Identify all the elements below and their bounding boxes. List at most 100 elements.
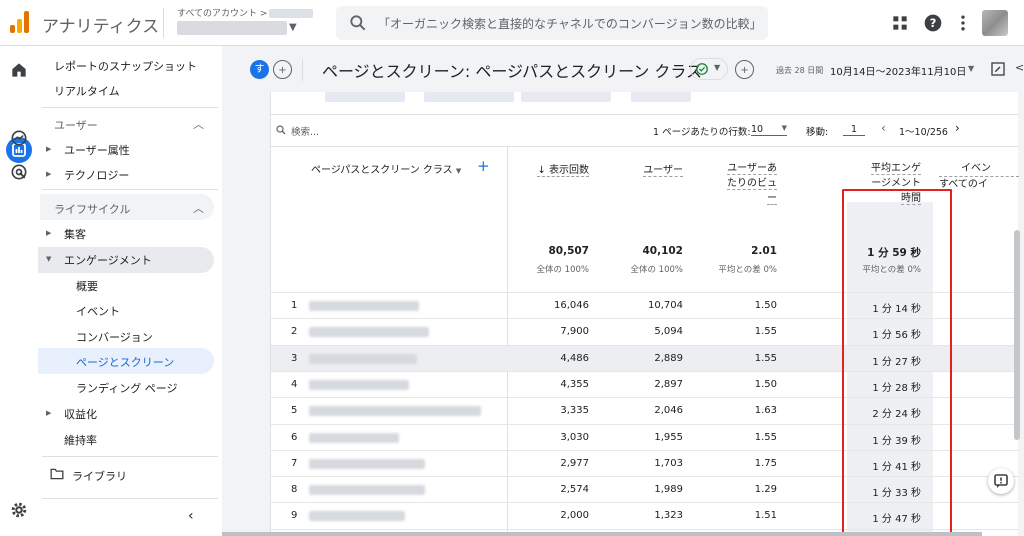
goto-label: 移動:	[806, 127, 829, 138]
row-index: 3	[291, 352, 298, 364]
caret-down-icon[interactable]: ▼	[968, 64, 974, 73]
expand-arrow-icon[interactable]: ▶	[46, 229, 51, 237]
row-index: 4	[291, 378, 298, 390]
date-range-picker[interactable]: 10月14日〜2023年11月10日	[830, 63, 966, 78]
page-path-redacted[interactable]	[309, 301, 419, 311]
nav-item-user-attributes[interactable]: ユーザー属性	[64, 142, 130, 158]
feedback-icon	[994, 474, 1008, 488]
row-index: 7	[291, 457, 298, 469]
more-vert-icon[interactable]	[953, 13, 973, 33]
column-header-views[interactable]: ↓ 表示回数	[501, 161, 589, 177]
cell-views: 3,030	[560, 431, 589, 443]
nav-item-acquisition[interactable]: 集客	[64, 226, 86, 242]
cell-users: 2,897	[654, 378, 683, 390]
row-index: 5	[291, 405, 298, 417]
analytics-logo-icon[interactable]	[10, 11, 30, 33]
search-input[interactable]: 「オーガニック検索と直接的なチャネルでのコンバージョン数の比較」と...	[336, 6, 768, 40]
nav-item-technology[interactable]: テクノロジー	[64, 167, 129, 183]
column-header-users[interactable]: ユーザー	[601, 161, 683, 177]
saved-comparison-badge[interactable]: す	[250, 60, 269, 79]
cell-users: 2,889	[654, 352, 683, 364]
property-name-redacted[interactable]	[177, 21, 287, 35]
collapse-arrow-icon[interactable]: ▼	[46, 255, 51, 263]
collapse-nav-chevron-icon[interactable]: ‹	[188, 508, 194, 524]
legend-item-redacted	[631, 92, 691, 102]
customize-report-icon[interactable]	[990, 61, 1006, 77]
cell-views-per-user: 1.55	[754, 352, 777, 364]
prev-page-icon[interactable]: ‹	[881, 121, 886, 135]
search-icon	[350, 15, 366, 31]
section-label: ユーザー	[54, 119, 98, 132]
avatar[interactable]	[982, 10, 1008, 36]
advertising-icon[interactable]	[9, 162, 29, 182]
legend-item-redacted	[424, 92, 514, 102]
folder-icon	[50, 468, 64, 480]
account-breadcrumb[interactable]: すべてのアカウント >	[177, 6, 314, 19]
legend-item-redacted	[521, 92, 611, 102]
page-path-redacted[interactable]	[309, 406, 481, 417]
vertical-scrollbar[interactable]	[1014, 230, 1020, 440]
nav-sub-landing-page[interactable]: ランディング ページ	[76, 380, 178, 396]
expand-arrow-icon[interactable]: ▶	[46, 145, 51, 153]
rows-per-page-label: 1 ページあたりの行数:	[653, 127, 751, 138]
goto-page-input[interactable]: 1	[843, 124, 865, 136]
nav-item-monetization[interactable]: 収益化	[64, 406, 97, 422]
horizontal-scrollbar[interactable]	[222, 532, 982, 536]
add-icon[interactable]: +	[735, 60, 754, 79]
expand-arrow-icon[interactable]: ▶	[46, 170, 51, 178]
page-path-redacted[interactable]	[309, 353, 417, 364]
column-header-views-per-user[interactable]: ユーザーあ たりのビュー	[701, 161, 777, 206]
cell-views: 4,486	[560, 352, 589, 364]
row-index: 2	[291, 326, 298, 338]
nav-section-lifecycle[interactable]: ライフサイクル ︿	[40, 194, 214, 220]
page-path-redacted[interactable]	[309, 327, 429, 338]
check-circle-icon	[696, 63, 708, 75]
caret-down-icon: ▼	[714, 63, 721, 72]
nav-sub-events[interactable]: イベント	[76, 303, 120, 319]
row-index: 6	[291, 431, 298, 443]
home-icon[interactable]	[9, 60, 29, 80]
table-search-input[interactable]: 検索...	[291, 124, 319, 138]
page-path-redacted[interactable]	[309, 511, 405, 522]
dimension-header[interactable]: ページパスとスクリーン クラス ▼	[311, 161, 461, 176]
rows-per-page-select[interactable]: 10 ▼	[751, 124, 787, 136]
nav-sub-pages-screens[interactable]: ページとスクリーン	[76, 354, 174, 370]
nav-sub-overview[interactable]: 概要	[76, 278, 98, 294]
cell-users: 1,989	[654, 484, 683, 496]
next-page-icon[interactable]: ›	[955, 121, 960, 135]
report-main: す + ページとスクリーン: ページパスとスクリーン クラス ▼ + 過去 28…	[222, 46, 1024, 536]
chevron-up-icon: ︿	[193, 202, 204, 215]
add-comparison-icon[interactable]: +	[273, 60, 292, 79]
nav-item-realtime[interactable]: リアルタイム	[54, 83, 120, 99]
nav-item-library[interactable]: ライブラリ	[72, 468, 127, 484]
feedback-button[interactable]	[988, 468, 1014, 494]
column-header-events[interactable]: イベン すべてのイ	[939, 161, 1019, 192]
cell-views: 3,335	[560, 405, 589, 417]
page-path-redacted[interactable]	[309, 485, 425, 496]
nav-item-snapshot[interactable]: レポートのスナップショット	[54, 58, 197, 74]
report-status-chip[interactable]: ▼	[690, 58, 728, 80]
svg-text:?: ?	[930, 16, 937, 30]
nav-section-user[interactable]: ユーザー ︿	[40, 110, 214, 136]
nav-item-engagement[interactable]: エンゲージメント	[64, 252, 152, 268]
cell-users: 1,703	[654, 457, 683, 469]
nav-item-retention[interactable]: 維持率	[64, 432, 97, 448]
page-path-redacted[interactable]	[309, 458, 425, 469]
caret-down-icon[interactable]: ▼	[289, 22, 297, 33]
nav-sub-conversions[interactable]: コンバージョン	[76, 329, 153, 345]
page-path-redacted[interactable]	[309, 432, 399, 443]
help-icon[interactable]: ?	[923, 13, 943, 33]
divider	[42, 498, 218, 499]
divider	[302, 59, 303, 81]
cell-views-per-user: 1.50	[754, 300, 777, 311]
divider	[42, 456, 218, 457]
apps-grid-icon[interactable]	[890, 13, 910, 33]
explore-icon[interactable]	[9, 128, 29, 148]
left-rail	[0, 46, 38, 536]
share-icon[interactable]: <	[1015, 61, 1024, 74]
cell-users: 2,046	[654, 405, 683, 417]
page-path-redacted[interactable]	[309, 379, 409, 390]
add-dimension-icon[interactable]: +	[477, 157, 490, 175]
expand-arrow-icon[interactable]: ▶	[46, 409, 51, 417]
settings-gear-icon[interactable]	[9, 500, 29, 520]
